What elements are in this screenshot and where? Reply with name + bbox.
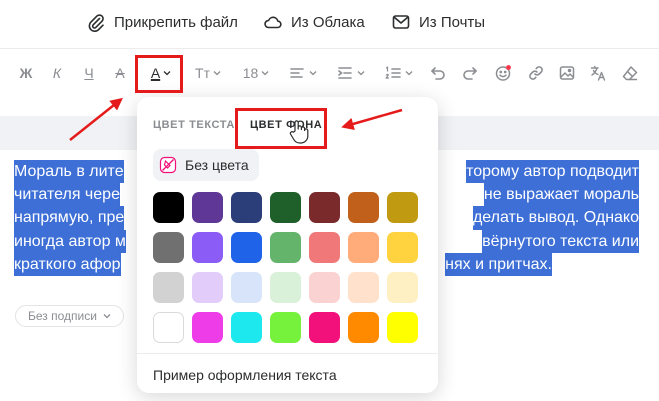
color-swatch[interactable] xyxy=(270,312,301,343)
no-color-button[interactable]: Без цвета xyxy=(153,149,259,181)
chevron-down-icon xyxy=(261,71,269,76)
color-swatch[interactable] xyxy=(153,232,184,263)
image-button[interactable] xyxy=(557,61,577,85)
text-style-preview: Пример оформления текста xyxy=(153,367,337,383)
body-line-left: напрямую, пре xyxy=(14,206,125,230)
color-swatch[interactable] xyxy=(192,192,223,223)
color-swatch[interactable] xyxy=(153,312,184,343)
color-swatch[interactable] xyxy=(231,272,262,303)
text-color-highlight-box xyxy=(135,55,183,93)
image-icon xyxy=(559,66,575,80)
undo-icon xyxy=(431,67,445,80)
from-cloud-button[interactable]: Из Облака xyxy=(263,10,365,34)
color-swatch[interactable] xyxy=(192,272,223,303)
color-swatch[interactable] xyxy=(348,272,379,303)
redo-button[interactable] xyxy=(460,61,480,85)
cloud-icon xyxy=(264,16,282,29)
color-swatch[interactable] xyxy=(348,312,379,343)
color-swatch-grid xyxy=(153,192,418,343)
body-line-right: нях и притчах. xyxy=(445,252,552,277)
chevron-down-icon xyxy=(309,71,316,76)
paperclip-icon xyxy=(88,14,104,32)
color-swatch[interactable] xyxy=(231,232,262,263)
signature-label: Без подписи xyxy=(28,309,97,323)
color-swatch[interactable] xyxy=(387,312,418,343)
translate-icon xyxy=(590,65,606,81)
envelope-icon xyxy=(392,15,410,29)
color-swatch[interactable] xyxy=(387,192,418,223)
formatting-toolbar: Ж К Ч А А Тт 18 xyxy=(0,48,659,96)
color-swatch[interactable] xyxy=(309,312,340,343)
eraser-icon xyxy=(622,66,638,81)
link-button[interactable] xyxy=(526,61,546,85)
no-color-label: Без цвета xyxy=(185,157,249,173)
underline-button[interactable]: Ч xyxy=(82,61,96,85)
from-mail-label: Из Почты xyxy=(419,13,486,31)
body-line-right: торому автор подводит xyxy=(466,160,639,184)
color-swatch[interactable] xyxy=(231,312,262,343)
color-swatch[interactable] xyxy=(231,192,262,223)
font-size-button[interactable]: 18 xyxy=(241,61,271,85)
hand-cursor-icon xyxy=(289,120,309,144)
emoji-button[interactable] xyxy=(493,61,513,85)
align-button[interactable] xyxy=(287,61,317,85)
chevron-down-icon xyxy=(405,71,412,76)
chevron-down-icon xyxy=(213,71,221,76)
redo-icon xyxy=(463,67,477,80)
body-line-right: не выражает мораль xyxy=(483,183,639,207)
color-swatch[interactable] xyxy=(153,272,184,303)
from-mail-button[interactable]: Из Почты xyxy=(391,10,485,34)
strikethrough-button[interactable]: А xyxy=(112,61,128,85)
body-line-left: Мораль в лите xyxy=(14,160,124,184)
color-swatch[interactable] xyxy=(192,312,223,343)
body-line-left: читателя чере xyxy=(14,183,120,207)
color-swatch[interactable] xyxy=(309,272,340,303)
indent-button[interactable] xyxy=(335,61,365,85)
font-family-label: Тт xyxy=(195,65,210,81)
font-family-button[interactable]: Тт xyxy=(192,61,224,85)
signature-select[interactable]: Без подписи xyxy=(15,305,124,327)
body-line-left: краткого афор xyxy=(14,252,121,277)
color-swatch[interactable] xyxy=(192,232,223,263)
color-swatch[interactable] xyxy=(270,272,301,303)
undo-button[interactable] xyxy=(428,61,448,85)
color-swatch[interactable] xyxy=(309,232,340,263)
color-swatch[interactable] xyxy=(387,232,418,263)
from-cloud-label: Из Облака xyxy=(291,13,365,31)
translate-button[interactable] xyxy=(588,61,608,85)
background-tab-highlight-box xyxy=(235,108,327,149)
popover-divider xyxy=(137,353,438,354)
indent-icon xyxy=(337,67,352,79)
bold-button[interactable]: Ж xyxy=(18,61,34,85)
color-swatch[interactable] xyxy=(387,272,418,303)
color-swatch[interactable] xyxy=(270,232,301,263)
chevron-down-icon xyxy=(357,71,364,76)
tab-text-color[interactable]: ЦВЕТ ТЕКСТА xyxy=(153,119,235,131)
attach-file-label: Прикрепить файл xyxy=(114,13,238,31)
no-color-icon xyxy=(159,156,177,174)
link-icon xyxy=(529,66,543,80)
color-swatch[interactable] xyxy=(309,192,340,223)
numbered-list-icon xyxy=(384,66,401,79)
list-button[interactable] xyxy=(383,61,413,85)
font-size-label: 18 xyxy=(242,65,259,81)
color-swatch[interactable] xyxy=(348,192,379,223)
attach-file-button[interactable]: Прикрепить файл xyxy=(86,10,238,34)
clear-format-button[interactable] xyxy=(620,61,640,85)
body-line-left: иногда автор м xyxy=(14,229,126,253)
body-line-right: вёрнутого текста или xyxy=(482,229,639,253)
italic-button[interactable]: К xyxy=(50,61,64,85)
color-swatch[interactable] xyxy=(348,232,379,263)
color-swatch[interactable] xyxy=(153,192,184,223)
align-left-icon xyxy=(289,68,304,78)
chevron-down-icon xyxy=(103,314,111,319)
emoji-icon xyxy=(495,65,511,81)
color-swatch[interactable] xyxy=(270,192,301,223)
attachment-bar: Прикрепить файл Из Облака Из Почты xyxy=(0,0,659,46)
body-line-right: делать вывод. Однако xyxy=(472,206,639,230)
